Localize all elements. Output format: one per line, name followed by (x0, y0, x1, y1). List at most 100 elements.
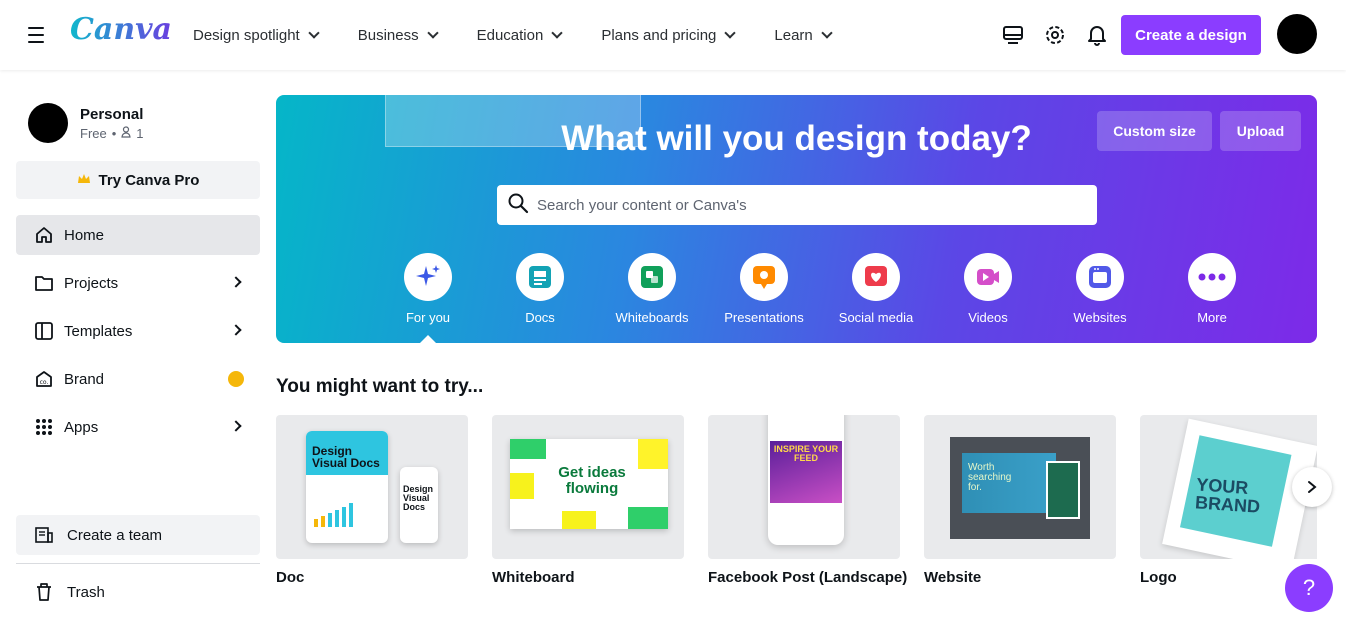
doc-bar-graphic (314, 503, 353, 527)
post-thumb-text: INSPIRE YOUR FEED (773, 444, 839, 463)
nav-design-spotlight[interactable]: Design spotlight (193, 22, 320, 48)
try-pro-label: Try Canva Pro (98, 171, 200, 189)
member-count: 1 (136, 125, 144, 141)
create-design-button[interactable]: Create a design (1121, 15, 1261, 55)
team-icon (33, 524, 55, 546)
category-label: For you (405, 310, 451, 325)
card-website[interactable]: Worth searching for. Website (924, 415, 1116, 586)
account-switcher[interactable]: Personal Free • 1 (28, 103, 144, 143)
card-logo[interactable]: YOUR BRAND Logo (1140, 415, 1317, 586)
category-label: Websites (1073, 310, 1127, 325)
custom-size-button[interactable]: Custom size (1097, 111, 1212, 151)
account-avatar (28, 103, 68, 143)
card-whiteboard[interactable]: Get ideas flowing Whiteboard (492, 415, 684, 586)
create-team-button[interactable]: Create a team (16, 515, 260, 555)
category-label: Docs (525, 310, 555, 325)
category-label: More (1197, 310, 1227, 325)
sidebar-item-label: Brand (64, 370, 105, 388)
category-label: Social media (838, 310, 914, 325)
logo-square: YOUR BRAND (1179, 435, 1292, 547)
logo-thumb-text: YOUR BRAND (1194, 474, 1261, 517)
crown-icon (77, 172, 91, 189)
templates-icon (33, 320, 55, 342)
sidebar: Personal Free • 1 Try Canva Pro Home Pro… (0, 70, 276, 627)
dot-separator: • (111, 125, 117, 141)
doc-thumb-small-title: Design Visual Docs (403, 484, 434, 512)
menu-icon[interactable] (22, 24, 50, 46)
card-label: Whiteboard (492, 569, 575, 586)
brand-icon: co. (33, 368, 55, 390)
account-plan: Free (80, 125, 107, 141)
nav-business[interactable]: Business (357, 22, 439, 48)
nav-label: Design spotlight (193, 26, 300, 44)
canva-logo[interactable]: Canva (70, 12, 172, 47)
post-image: INSPIRE YOUR FEED (770, 441, 842, 503)
category-social-media[interactable]: Social media (820, 253, 932, 325)
nav-label: Business (357, 26, 419, 44)
category-whiteboards[interactable]: Whiteboards (596, 253, 708, 325)
avatar[interactable] (1277, 14, 1317, 54)
whiteboard-thumbnail: Get ideas flowing (492, 415, 684, 559)
svg-text:co.: co. (40, 379, 49, 386)
help-button[interactable]: ? (1285, 564, 1333, 612)
nav-plans-pricing[interactable]: Plans and pricing (601, 22, 737, 48)
category-videos[interactable]: Videos (932, 253, 1044, 325)
desktop-icon[interactable] (1000, 21, 1026, 49)
sidebar-item-templates[interactable]: Templates (16, 311, 260, 351)
bell-icon[interactable] (1084, 21, 1110, 49)
trash-button[interactable]: Trash (16, 572, 260, 612)
try-pro-button[interactable]: Try Canva Pro (16, 161, 260, 199)
chevron-down-icon (308, 27, 320, 39)
facebook-post-thumbnail: INSPIRE YOUR FEED (708, 415, 900, 559)
doc-thumb-title: Design Visual Docs (312, 444, 380, 470)
trash-icon (33, 581, 55, 603)
website-frame: Worth searching for. (950, 437, 1090, 539)
doc-page-small: Design Visual Docs (400, 467, 438, 543)
suggestions-title: You might want to try... (276, 376, 484, 397)
whiteboard-thumb-text: Get ideas flowing (558, 464, 626, 497)
heart-icon (852, 253, 900, 301)
whiteboard-icon (628, 253, 676, 301)
presentation-icon (740, 253, 788, 301)
search-bar[interactable] (497, 185, 1097, 225)
website-thumb-text: Worth searching for. (968, 462, 1012, 493)
carousel-next-button[interactable] (1292, 467, 1332, 507)
chevron-right-icon (1308, 481, 1317, 493)
category-presentations[interactable]: Presentations (708, 253, 820, 325)
upload-button[interactable]: Upload (1220, 111, 1301, 151)
chevron-right-icon (230, 324, 242, 336)
card-doc[interactable]: Design Visual Docs Design Visual Docs Do… (276, 415, 468, 586)
card-facebook-post[interactable]: INSPIRE YOUR FEED Facebook Post (Landsca… (708, 415, 907, 586)
search-icon (507, 192, 529, 219)
apps-icon (33, 416, 55, 438)
chevron-right-icon (230, 276, 242, 288)
category-label: Presentations (724, 310, 804, 325)
sidebar-item-projects[interactable]: Projects (16, 263, 260, 303)
whiteboard-canvas: Get ideas flowing (510, 439, 668, 529)
category-docs[interactable]: Docs (484, 253, 596, 325)
sidebar-item-apps[interactable]: Apps (16, 407, 260, 447)
create-team-label: Create a team (67, 526, 163, 544)
nav-label: Plans and pricing (601, 26, 717, 44)
sidebar-item-label: Templates (64, 322, 133, 340)
search-input[interactable] (537, 196, 1077, 214)
hero-banner: What will you design today? Custom size … (276, 95, 1317, 343)
trash-label: Trash (67, 583, 105, 601)
sidebar-item-brand[interactable]: co. Brand (16, 359, 260, 399)
nav-learn[interactable]: Learn (774, 22, 833, 48)
nav-education[interactable]: Education (476, 22, 563, 48)
sidebar-item-label: Home (64, 226, 105, 244)
chevron-down-icon (821, 27, 833, 39)
chevron-down-icon (551, 27, 563, 39)
category-for-you[interactable]: For you (372, 253, 484, 343)
main-nav: Design spotlight Business Education Plan… (193, 22, 871, 48)
video-icon (964, 253, 1012, 301)
nav-label: Education (476, 26, 544, 44)
category-websites[interactable]: Websites (1044, 253, 1156, 325)
active-pointer (420, 335, 436, 343)
sidebar-item-home[interactable]: Home (16, 215, 260, 255)
gear-icon[interactable] (1042, 21, 1068, 49)
home-icon (33, 224, 55, 246)
category-more[interactable]: More (1156, 253, 1268, 325)
more-icon (1188, 253, 1236, 301)
